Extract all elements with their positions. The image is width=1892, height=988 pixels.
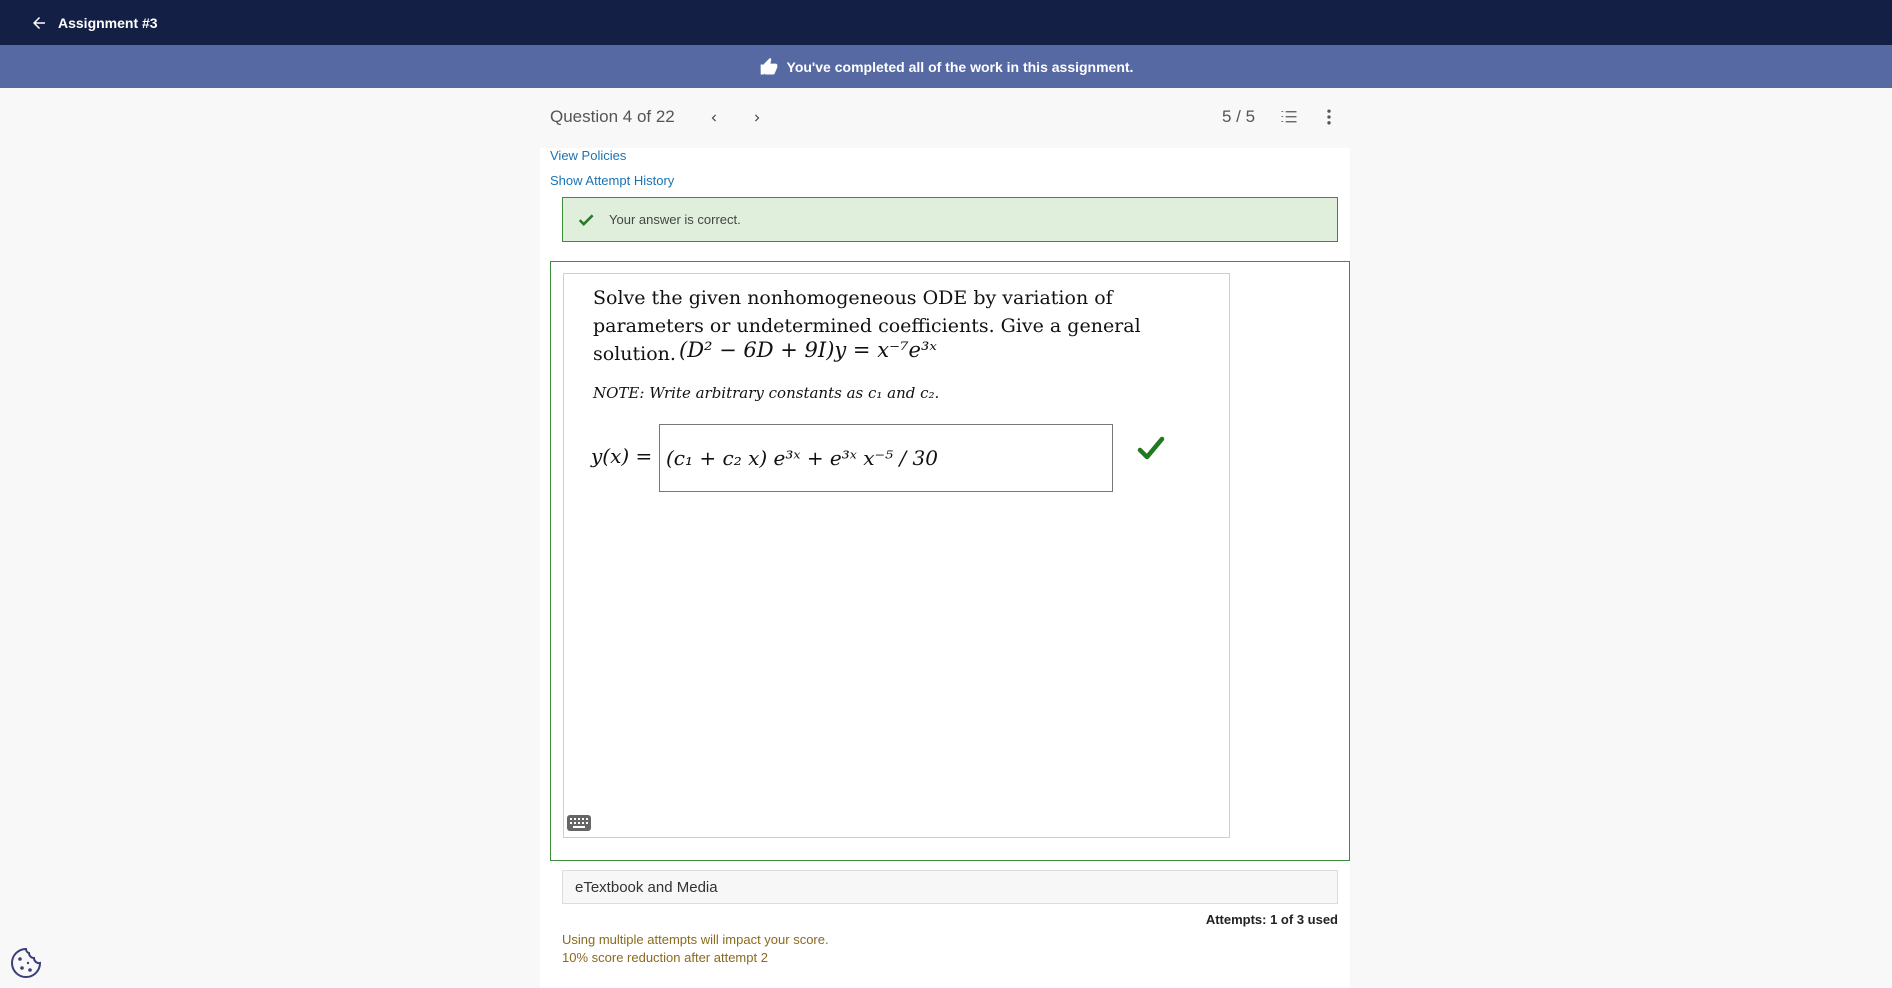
- more-options-button[interactable]: [1316, 104, 1342, 130]
- answer-label: y(x) =: [591, 444, 653, 468]
- assignment-title[interactable]: Assignment #3: [58, 15, 158, 31]
- more-vertical-icon: [1327, 109, 1331, 125]
- previous-question-button[interactable]: [702, 106, 726, 130]
- assignment-content: Question 4 of 22 5 / 5 View Policies Sho…: [540, 88, 1350, 988]
- question-nav: Question 4 of 22 5 / 5: [540, 88, 1350, 148]
- constants-note: NOTE: Write arbitrary constants as c₁ an…: [593, 384, 940, 402]
- answer-input[interactable]: (c₁ + c₂ x) e³ˣ + e³ˣ x⁻⁵ / 30: [659, 424, 1113, 492]
- question-score: 5 / 5: [1222, 107, 1256, 126]
- question-container: Solve the given nonhomogeneous ODE by va…: [550, 261, 1350, 861]
- question-list-button[interactable]: [1276, 104, 1302, 130]
- banner-text: You've completed all of the work in this…: [786, 58, 1134, 75]
- question-counter: Question 4 of 22: [550, 107, 675, 126]
- checkmark-icon: [578, 213, 594, 226]
- top-bar: Assignment #3: [0, 0, 1892, 45]
- attempts-counter: Attempts: 1 of 3 used: [1205, 912, 1338, 927]
- attempts-warning-line1: Using multiple attempts will impact your…: [562, 932, 829, 947]
- correct-checkmark-icon: [1137, 436, 1165, 460]
- view-policies-link[interactable]: View Policies: [550, 148, 626, 163]
- keyboard-icon[interactable]: [566, 812, 592, 834]
- list-icon: [1281, 111, 1297, 123]
- correct-answer-text: Your answer is correct.: [609, 212, 741, 227]
- etextbook-label: eTextbook and Media: [575, 878, 718, 896]
- ode-equation: (D² − 6D + 9I)y = x⁻⁷e³ˣ: [679, 338, 937, 362]
- chevron-right-icon: [755, 114, 760, 122]
- question-body: Solve the given nonhomogeneous ODE by va…: [563, 273, 1230, 838]
- answer-value: (c₁ + c₂ x) e³ˣ + e³ˣ x⁻⁵ / 30: [666, 446, 939, 470]
- back-button[interactable]: Assignment #3: [30, 14, 158, 32]
- ode-equation-text: (D² − 6D + 9I)y = x⁻⁷e³ˣ: [679, 338, 937, 362]
- arrow-left-icon: [33, 16, 45, 29]
- etextbook-media-section[interactable]: eTextbook and Media: [562, 870, 1338, 904]
- attempts-warning: Using multiple attempts will impact your…: [562, 931, 829, 967]
- chevron-left-icon: [711, 114, 716, 122]
- completion-banner: You've completed all of the work in this…: [0, 45, 1892, 88]
- next-question-button[interactable]: [745, 106, 769, 130]
- thumbs-up-icon: [760, 57, 777, 74]
- cookie-settings-icon[interactable]: [9, 946, 43, 980]
- correct-answer-alert: Your answer is correct.: [562, 197, 1338, 242]
- attempts-warning-line2: 10% score reduction after attempt 2: [562, 950, 768, 965]
- show-attempt-history-link[interactable]: Show Attempt History: [550, 173, 674, 188]
